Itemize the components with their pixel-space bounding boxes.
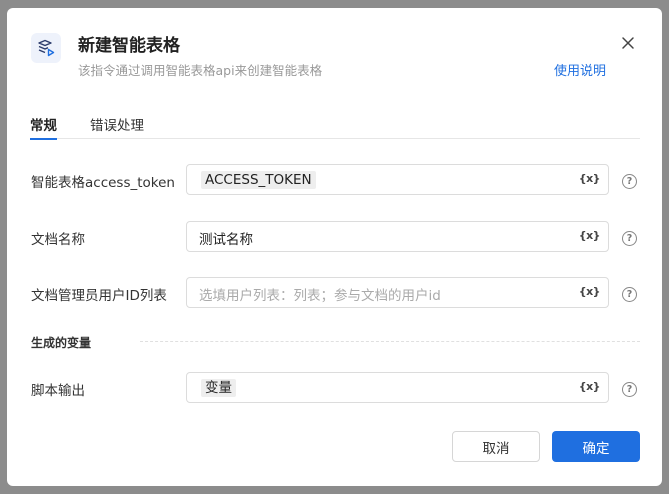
help-link[interactable]: 使用说明 (554, 60, 606, 79)
doc-name-label: 文档名称 (31, 232, 85, 248)
help-circle-icon[interactable]: ? (622, 287, 637, 302)
tab-error-handling[interactable]: 错误处理 (90, 114, 144, 134)
confirm-button[interactable]: 确定 (552, 431, 640, 462)
access-token-label: 智能表格access_token (31, 175, 175, 191)
admin-ids-input[interactable]: 选填用户列表：列表；参与文档的用户id {x} (186, 277, 609, 308)
help-circle-icon[interactable]: ? (622, 174, 637, 189)
tab-general[interactable]: 常规 (30, 114, 57, 140)
insert-variable-button[interactable]: {x} (579, 285, 601, 298)
insert-variable-button[interactable]: {x} (579, 380, 601, 393)
access-token-variable-chip[interactable]: ACCESS_TOKEN (201, 171, 316, 189)
cancel-button[interactable]: 取消 (452, 431, 540, 462)
insert-variable-button[interactable]: {x} (579, 172, 601, 185)
dialog-subtitle: 该指令通过调用智能表格api来创建智能表格 (78, 63, 323, 78)
doc-name-value: 测试名称 (199, 232, 253, 248)
insert-variable-button[interactable]: {x} (579, 229, 601, 242)
new-smart-sheet-dialog: 新建智能表格 该指令通过调用智能表格api来创建智能表格 使用说明 常规 错误处… (7, 8, 662, 486)
script-output-variable-chip[interactable]: 变量 (201, 379, 236, 397)
close-icon[interactable] (620, 35, 636, 51)
script-output-input[interactable]: 变量 {x} (186, 372, 609, 403)
admin-ids-placeholder: 选填用户列表：列表；参与文档的用户id (199, 288, 441, 304)
tab-bar: 常规 错误处理 (30, 110, 640, 140)
admin-ids-label: 文档管理员用户ID列表 (31, 288, 167, 304)
help-circle-icon[interactable]: ? (622, 382, 637, 397)
section-divider (140, 341, 640, 342)
help-circle-icon[interactable]: ? (622, 231, 637, 246)
script-output-label: 脚本输出 (31, 383, 85, 399)
smart-sheet-icon (31, 33, 61, 63)
dialog-title: 新建智能表格 (78, 36, 180, 56)
output-section-title: 生成的变量 (31, 336, 92, 350)
access-token-input[interactable]: ACCESS_TOKEN {x} (186, 164, 609, 195)
doc-name-input[interactable]: 测试名称 {x} (186, 221, 609, 252)
